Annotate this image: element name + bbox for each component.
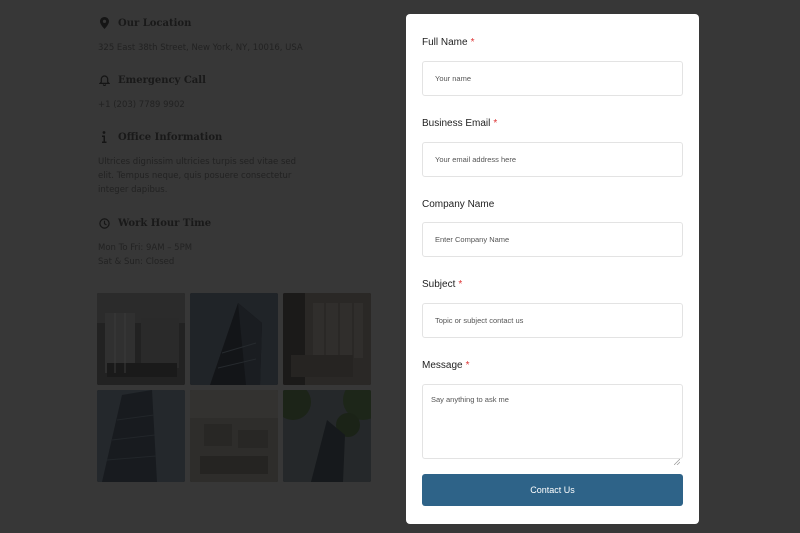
map-pin-icon: [98, 16, 110, 30]
office-text: Ultrices dignissim ultricies turpis sed …: [98, 155, 388, 197]
company-label: Company Name: [422, 199, 494, 210]
skyscraper-photo: [190, 293, 278, 385]
office-line: Ultrices dignissim ultricies turpis sed …: [98, 157, 297, 167]
photo-gallery: [97, 293, 371, 483]
emergency-block: Emergency Call +1 (203) 7789 9902: [98, 71, 388, 112]
email-label-text: Business Email: [422, 118, 491, 129]
office-block: Office Information Ultrices dignissim ul…: [98, 128, 388, 197]
contact-us-button[interactable]: Contact Us: [422, 474, 683, 506]
message-textarea[interactable]: [423, 385, 682, 458]
location-text: 325 East 38th Street, New York, NY, 1001…: [98, 43, 303, 53]
subject-label: Subject *: [422, 279, 462, 290]
trees-building-photo: [283, 390, 371, 482]
hours-line: Mon To Fri: 9AM – 5PM: [98, 243, 193, 253]
bell-icon: [98, 73, 110, 87]
hours-block: Work Hour Time Mon To Fri: 9AM – 5PM Sat…: [98, 214, 388, 269]
tower-photo: [97, 390, 185, 482]
required-marker: *: [493, 118, 498, 129]
emergency-text: +1 (203) 7789 9902: [98, 100, 185, 110]
required-marker: *: [465, 360, 470, 371]
required-marker: *: [470, 37, 475, 48]
subject-input[interactable]: [423, 304, 682, 337]
email-input[interactable]: [423, 143, 682, 176]
full-name-input[interactable]: [423, 62, 682, 95]
white-office-photo: [190, 390, 278, 482]
clock-icon: [98, 216, 110, 230]
hours-line: Sat & Sun: Closed: [98, 257, 175, 267]
office-line: elit. Tempus neque, quis posuere consect…: [98, 171, 292, 181]
resize-grip-icon[interactable]: [673, 450, 681, 466]
office-interior-photo: [97, 293, 185, 385]
info-icon: [98, 130, 110, 144]
subject-field: [422, 303, 683, 338]
message-label: Message *: [422, 360, 469, 371]
location-title: Our Location: [118, 17, 192, 29]
required-marker: *: [458, 279, 463, 290]
full-name-label-text: Full Name: [422, 37, 468, 48]
company-input[interactable]: [423, 223, 682, 256]
emergency-title: Emergency Call: [118, 74, 206, 86]
message-label-text: Message: [422, 360, 463, 371]
lounge-photo: [283, 293, 371, 385]
full-name-label: Full Name *: [422, 37, 474, 48]
message-field: [422, 384, 683, 466]
hours-title: Work Hour Time: [118, 217, 212, 229]
office-title: Office Information: [118, 131, 223, 143]
contact-form: Full Name* Business Email* Company Name …: [406, 14, 699, 524]
email-field: [422, 142, 683, 177]
full-name-field: [422, 61, 683, 96]
subject-label-text: Subject: [422, 279, 456, 290]
email-label: Business Email *: [422, 118, 497, 129]
company-label-text: Company Name: [422, 199, 495, 210]
location-block: Our Location 325 East 38th Street, New Y…: [98, 14, 388, 55]
office-line: integer dapibus.: [98, 185, 168, 195]
hours-text: Mon To Fri: 9AM – 5PM Sat & Sun: Closed: [98, 241, 388, 269]
company-field: [422, 222, 683, 257]
